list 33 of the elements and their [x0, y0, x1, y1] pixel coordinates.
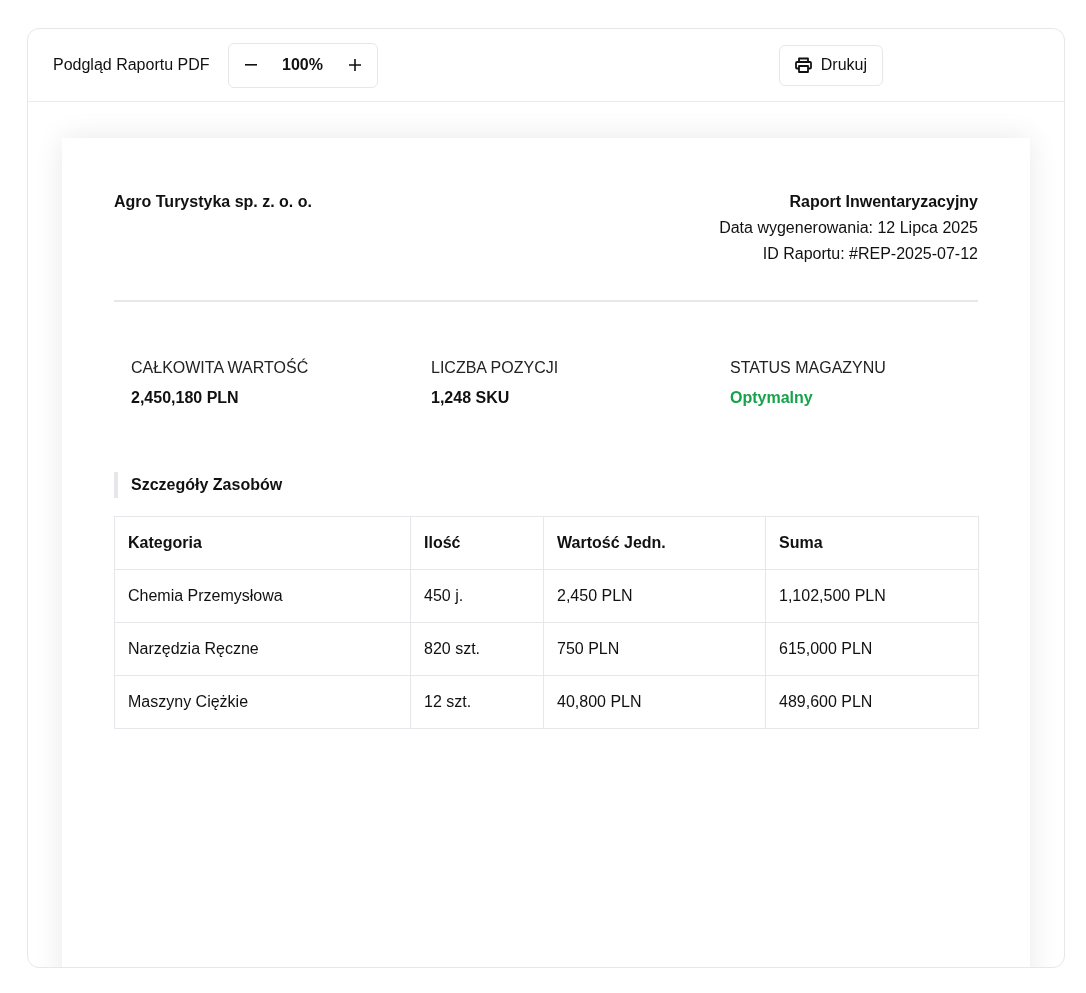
- column-header: Kategoria: [114, 516, 411, 570]
- table-cell: Chemia Przemysłowa: [114, 569, 411, 623]
- zoom-level: 100%: [281, 55, 324, 75]
- printer-icon: [794, 57, 812, 73]
- table-cell: 489,600 PLN: [765, 675, 979, 729]
- column-header: Wartość Jedn.: [543, 516, 766, 570]
- table-cell: 615,000 PLN: [765, 622, 979, 676]
- table-cell: Maszyny Ciężkie: [114, 675, 411, 729]
- print-button[interactable]: Drukuj: [778, 44, 883, 86]
- column-header: Suma: [765, 516, 979, 570]
- report-meta: Data wygenerowania: 12 Lipca 2025: [719, 218, 978, 238]
- minus-icon: [244, 64, 257, 66]
- stat-value: 1,248 SKU: [431, 388, 511, 408]
- table-cell: 820 szt.: [410, 622, 544, 676]
- stat-label: LICZBA POZYCJI: [431, 358, 560, 378]
- table-cell: 750 PLN: [543, 622, 766, 676]
- section-heading: Szczegóły Zasobów: [114, 472, 978, 498]
- table-cell: 2,450 PLN: [543, 569, 766, 623]
- table-cell: 40,800 PLN: [543, 675, 766, 729]
- stat-label: STATUS MAGAZYNU: [730, 358, 887, 378]
- stat-status: Optymalny: [730, 388, 814, 408]
- company-name: Agro Turystyka sp. z. o. o.: [114, 192, 312, 212]
- report-meta: ID Raportu: #REP-2025-07-12: [762, 244, 978, 264]
- table-cell: 12 szt.: [410, 675, 544, 729]
- column-header: Ilość: [410, 516, 544, 570]
- toolbar-title: Podgląd Raportu PDF: [53, 55, 210, 75]
- table-cell: 1,102,500 PLN: [765, 569, 979, 623]
- stat-label: CAŁKOWITA WARTOŚĆ: [131, 357, 310, 378]
- report-title: Raport Inwentaryzacyjny: [789, 192, 978, 212]
- plus-icon: [348, 59, 361, 71]
- table-cell: Narzędzia Ręczne: [114, 622, 411, 676]
- table-cell: 450 j.: [410, 569, 544, 623]
- stat-value: 2,450,180 PLN: [131, 388, 240, 408]
